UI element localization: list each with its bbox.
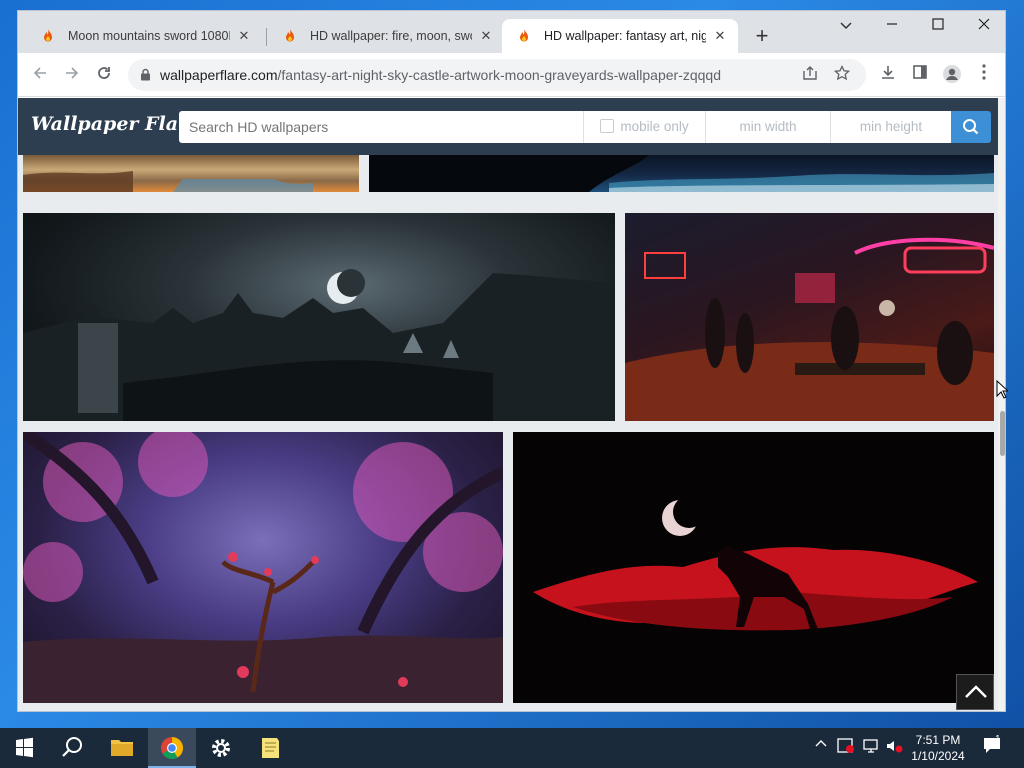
profile-avatar-icon[interactable] [941, 64, 963, 86]
tab-divider [266, 28, 267, 46]
min-height-input[interactable]: min height [830, 111, 951, 143]
search-taskbar-button[interactable] [48, 728, 96, 768]
security-warning-icon[interactable] [837, 738, 855, 757]
bookmark-star-icon[interactable] [832, 64, 852, 85]
forward-button[interactable] [60, 63, 84, 87]
browser-toolbar: wallpaperflare.com/fantasy-art-night-sky… [18, 53, 1005, 97]
close-window-button[interactable] [961, 11, 1005, 43]
search-icon [62, 737, 82, 757]
gear-icon [212, 739, 230, 757]
tab-3-active[interactable]: HD wallpaper: fantasy art, night ✕ [502, 19, 738, 53]
tab-1[interactable]: Moon mountains sword 1080P, 2 ✕ [26, 19, 262, 53]
lock-icon [141, 68, 150, 81]
page-content: Wallpaper Flare mobile only min width mi… [18, 98, 998, 711]
taskbar: 7:51 PM 1/10/2024 1 [0, 728, 1024, 768]
share-icon[interactable] [800, 65, 820, 85]
wallpaper-thumbnail-red-wolf-moon[interactable] [513, 432, 994, 703]
maximize-icon [932, 18, 944, 30]
min-width-placeholder: min width [739, 119, 797, 134]
mouse-cursor-icon [996, 380, 1008, 399]
min-width-input[interactable]: min width [705, 111, 830, 143]
minimize-icon [887, 23, 897, 25]
chrome-taskbar-button[interactable] [148, 728, 196, 768]
tab-title: Moon mountains sword 1080P, 2 [68, 29, 230, 43]
tab-search-button[interactable] [823, 11, 869, 43]
flame-icon [44, 29, 52, 42]
folder-icon [111, 740, 133, 756]
scrollbar-thumb[interactable] [1000, 411, 1005, 456]
notepad-button[interactable] [246, 728, 294, 768]
tab-title: HD wallpaper: fantasy art, night [544, 29, 706, 43]
clock-time: 7:51 PM [915, 733, 961, 747]
url-text: wallpaperflare.com/fantasy-art-night-sky… [160, 67, 721, 83]
chevron-down-icon [840, 22, 852, 30]
file-explorer-button[interactable] [98, 728, 146, 768]
search-button[interactable] [951, 111, 991, 143]
network-icon[interactable] [862, 738, 880, 757]
side-panel-icon[interactable] [909, 64, 931, 86]
tab-title: HD wallpaper: fire, moon, sword [310, 29, 472, 43]
minimize-button[interactable] [869, 11, 915, 43]
close-icon [978, 18, 990, 30]
checkbox-icon [600, 119, 615, 133]
mobile-only-label: mobile only [620, 119, 689, 134]
clock-date: 1/10/2024 [911, 749, 965, 763]
url-domain: wallpaperflare.com [160, 67, 278, 83]
chrome-icon [161, 737, 183, 759]
wallpaper-thumbnail-desert[interactable] [23, 155, 359, 192]
tab-2[interactable]: HD wallpaper: fire, moon, sword ✕ [268, 19, 504, 53]
new-tab-button[interactable]: + [749, 24, 775, 50]
chevron-up-icon [965, 685, 987, 698]
download-icon[interactable] [877, 64, 899, 86]
flame-icon [286, 29, 294, 42]
flame-icon [520, 29, 528, 42]
arrow-left-icon [33, 67, 46, 79]
system-clock[interactable]: 7:51 PM 1/10/2024 [905, 732, 971, 764]
windows-logo-icon [16, 737, 33, 758]
close-icon[interactable]: ✕ [712, 28, 728, 44]
maximize-button[interactable] [915, 11, 961, 43]
address-bar[interactable]: wallpaperflare.com/fantasy-art-night-sky… [128, 59, 866, 91]
browser-window: Moon mountains sword 1080P, 2 ✕ HD wallp… [17, 10, 1006, 712]
volume-muted-icon[interactable] [885, 738, 903, 757]
wallpaper-thumbnail-fantasy-forest[interactable] [23, 432, 503, 703]
search-icon [963, 119, 979, 135]
wallpaper-thumbnail-castle-moon[interactable] [23, 213, 615, 421]
settings-button[interactable] [197, 728, 245, 768]
vertical-scrollbar[interactable] [998, 98, 1005, 711]
min-height-placeholder: min height [859, 119, 923, 134]
site-logo[interactable]: Wallpaper Flare [31, 113, 200, 135]
url-path: /fantasy-art-night-sky-castle-artwork-mo… [277, 67, 722, 83]
start-button[interactable] [0, 728, 48, 768]
back-to-top-button[interactable] [956, 674, 994, 710]
mobile-only-checkbox[interactable]: mobile only [583, 111, 705, 143]
back-button[interactable] [28, 63, 52, 87]
search-input[interactable] [179, 111, 583, 143]
reload-button[interactable] [92, 63, 116, 87]
notepad-icon [262, 738, 279, 758]
close-icon[interactable]: ✕ [236, 28, 252, 44]
site-header: Wallpaper Flare mobile only min width mi… [18, 98, 998, 155]
tab-strip: Moon mountains sword 1080P, 2 ✕ HD wallp… [18, 11, 1005, 53]
wallpaper-thumbnail-ocean[interactable] [369, 155, 994, 192]
reload-icon [98, 67, 110, 79]
close-icon[interactable]: ✕ [478, 28, 494, 44]
show-hidden-icons-chevron-up-icon[interactable] [815, 738, 827, 753]
wallpaper-thumbnail-cyberpunk-bar[interactable] [625, 213, 994, 421]
notification-count: 1 [995, 734, 1001, 745]
arrow-right-icon [66, 67, 79, 79]
notifications-button[interactable]: 1 [982, 734, 1004, 759]
menu-kebab-icon[interactable] [973, 64, 995, 86]
